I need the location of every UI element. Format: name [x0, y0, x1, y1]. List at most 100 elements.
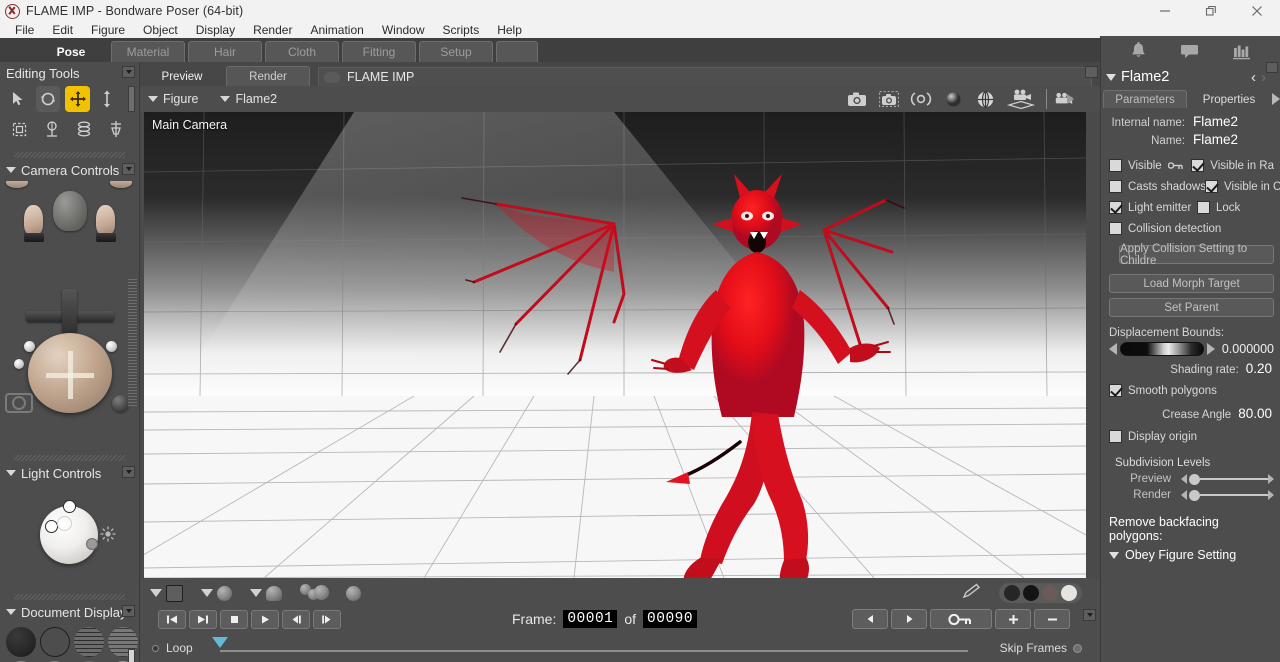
scale-tool-icon[interactable] [6, 116, 33, 142]
camera-dot-left-lower[interactable] [14, 359, 24, 369]
panel-grip-3[interactable] [14, 594, 125, 600]
checkbox-visible[interactable]: Visible [1109, 157, 1191, 175]
smooth-polygons-checkbox[interactable] [1109, 384, 1122, 397]
figure-name-dropdown[interactable]: Flame2 [220, 92, 277, 106]
obey-figure-setting-dropdown[interactable]: Obey Figure Setting [1109, 548, 1274, 562]
render-decrease-icon[interactable] [1181, 490, 1187, 500]
camera-dot-right[interactable] [106, 341, 117, 352]
library-icon[interactable] [1232, 43, 1251, 60]
timeline-track[interactable] [220, 650, 968, 652]
dropdown-triangle-1-icon[interactable] [150, 589, 162, 597]
subdivision-preview-slider[interactable] [1181, 473, 1274, 485]
checkbox-light-emitter[interactable]: Light emitter [1109, 201, 1197, 214]
bell-icon[interactable] [1130, 42, 1147, 60]
style-wireframe[interactable] [74, 627, 104, 657]
subdivision-render-row[interactable]: Render [1109, 489, 1274, 501]
camera-trackball[interactable] [28, 333, 112, 413]
visible-in-camera-checkbox[interactable] [1205, 180, 1218, 193]
light-emitter-checkbox[interactable] [1109, 201, 1122, 214]
subdivision-preview-row[interactable]: Preview [1109, 473, 1274, 485]
rotate-tool-icon[interactable] [35, 86, 61, 112]
tools-scrollbar[interactable] [128, 86, 135, 112]
menu-object[interactable]: Object [134, 22, 187, 38]
menu-scripts[interactable]: Scripts [434, 22, 489, 38]
preview-increase-icon[interactable] [1268, 474, 1274, 484]
next-object-icon[interactable]: › [1261, 69, 1266, 86]
tab-setup[interactable]: Setup [419, 41, 493, 62]
menu-window[interactable]: Window [373, 22, 434, 38]
dome-swatch-button[interactable] [266, 585, 282, 601]
camera-right-eye-icon[interactable] [110, 181, 132, 188]
frame-total-input[interactable]: 00090 [643, 610, 698, 628]
sun-icon[interactable] [100, 526, 116, 542]
document-display-collapse-icon[interactable] [6, 609, 16, 615]
preview-slider-track[interactable] [1200, 478, 1268, 480]
swatch-dark-1[interactable] [1004, 585, 1020, 601]
pencil-icon[interactable] [962, 583, 982, 604]
loop-toggle[interactable] [152, 644, 159, 652]
ball-swatch-button[interactable] [217, 585, 232, 601]
camera-head-icon[interactable] [53, 191, 87, 231]
editing-tools-menu-button[interactable] [122, 66, 135, 78]
style-outline[interactable] [40, 627, 70, 657]
prev-object-icon[interactable]: ‹ [1251, 69, 1256, 86]
style-silhouette[interactable] [6, 627, 36, 657]
square-swatch-button[interactable] [166, 584, 183, 602]
checkbox-display-origin[interactable]: Display origin [1109, 426, 1274, 447]
render-slider-knob[interactable] [1189, 489, 1200, 501]
tab-hair[interactable]: Hair [188, 41, 262, 62]
menu-figure[interactable]: Figure [82, 22, 134, 38]
skip-frames-toggle[interactable] [1073, 643, 1082, 653]
document-display-scrollbar[interactable] [128, 649, 135, 662]
render-increase-icon[interactable] [1268, 490, 1274, 500]
document-display-menu-button[interactable] [122, 605, 135, 617]
stop-icon[interactable] [220, 609, 248, 629]
panel-grip-2[interactable] [14, 455, 125, 461]
camera-controls-menu-button[interactable] [122, 163, 135, 175]
tab-material[interactable]: Material [111, 41, 185, 62]
collision-detection-checkbox[interactable] [1109, 222, 1122, 235]
checkbox-visible-in-raytracing[interactable]: Visible in Ra [1191, 159, 1274, 172]
next-key-icon[interactable] [891, 609, 927, 629]
minimize-icon[interactable] [1142, 0, 1188, 22]
light-controls-collapse-icon[interactable] [6, 470, 16, 476]
movie-camera-ground-icon[interactable] [1006, 89, 1036, 109]
displacement-value[interactable]: 0.000000 [1222, 342, 1274, 356]
add-key-icon[interactable] [930, 609, 992, 629]
camera-right-hand-icon[interactable] [96, 205, 115, 235]
menu-file[interactable]: File [6, 22, 43, 38]
step-forward-icon[interactable] [313, 609, 341, 629]
name-value[interactable]: Flame2 [1193, 132, 1238, 147]
step-back-icon[interactable] [282, 609, 310, 629]
crease-angle-value[interactable]: 80.00 [1238, 406, 1272, 421]
visible-in-raytracing-checkbox[interactable] [1191, 159, 1205, 172]
camera-bracket-icon[interactable] [910, 89, 932, 109]
casts-shadows-checkbox[interactable] [1109, 180, 1122, 193]
figure-type-dropdown[interactable]: Figure [148, 92, 198, 106]
tab-fitting[interactable]: Fitting [342, 41, 416, 62]
light-node-right[interactable] [86, 538, 98, 550]
tab-render[interactable]: Render [226, 66, 310, 86]
tab-extra[interactable] [496, 41, 538, 62]
move-tool-icon[interactable] [65, 86, 90, 112]
sphere-icon[interactable] [942, 89, 964, 109]
pointer-tool-icon[interactable] [6, 86, 31, 112]
animation-menu-button[interactable] [1083, 609, 1096, 621]
checkbox-visible-in-camera[interactable]: Visible in Ca [1205, 180, 1280, 193]
preview-decrease-icon[interactable] [1181, 474, 1187, 484]
tab-preview[interactable]: Preview [140, 66, 224, 86]
light-node-ring[interactable] [57, 516, 72, 531]
displacement-increase-icon[interactable] [1206, 343, 1215, 355]
camera-panel-rail[interactable] [128, 279, 137, 407]
light-controls-menu-button[interactable] [122, 466, 135, 478]
tab-pose[interactable]: Pose [34, 41, 108, 62]
swatch-dark-2[interactable] [1023, 585, 1039, 601]
swatch-brown[interactable] [1042, 585, 1058, 601]
displacement-track[interactable] [1120, 342, 1204, 356]
displacement-decrease-icon[interactable] [1109, 343, 1117, 355]
shading-rate-value[interactable]: 0.20 [1246, 361, 1272, 376]
multi-ball-swatch-button[interactable] [300, 584, 330, 602]
checkbox-casts-shadows[interactable]: Casts shadows [1109, 180, 1206, 193]
close-icon[interactable] [1234, 0, 1280, 22]
menu-display[interactable]: Display [187, 22, 244, 38]
